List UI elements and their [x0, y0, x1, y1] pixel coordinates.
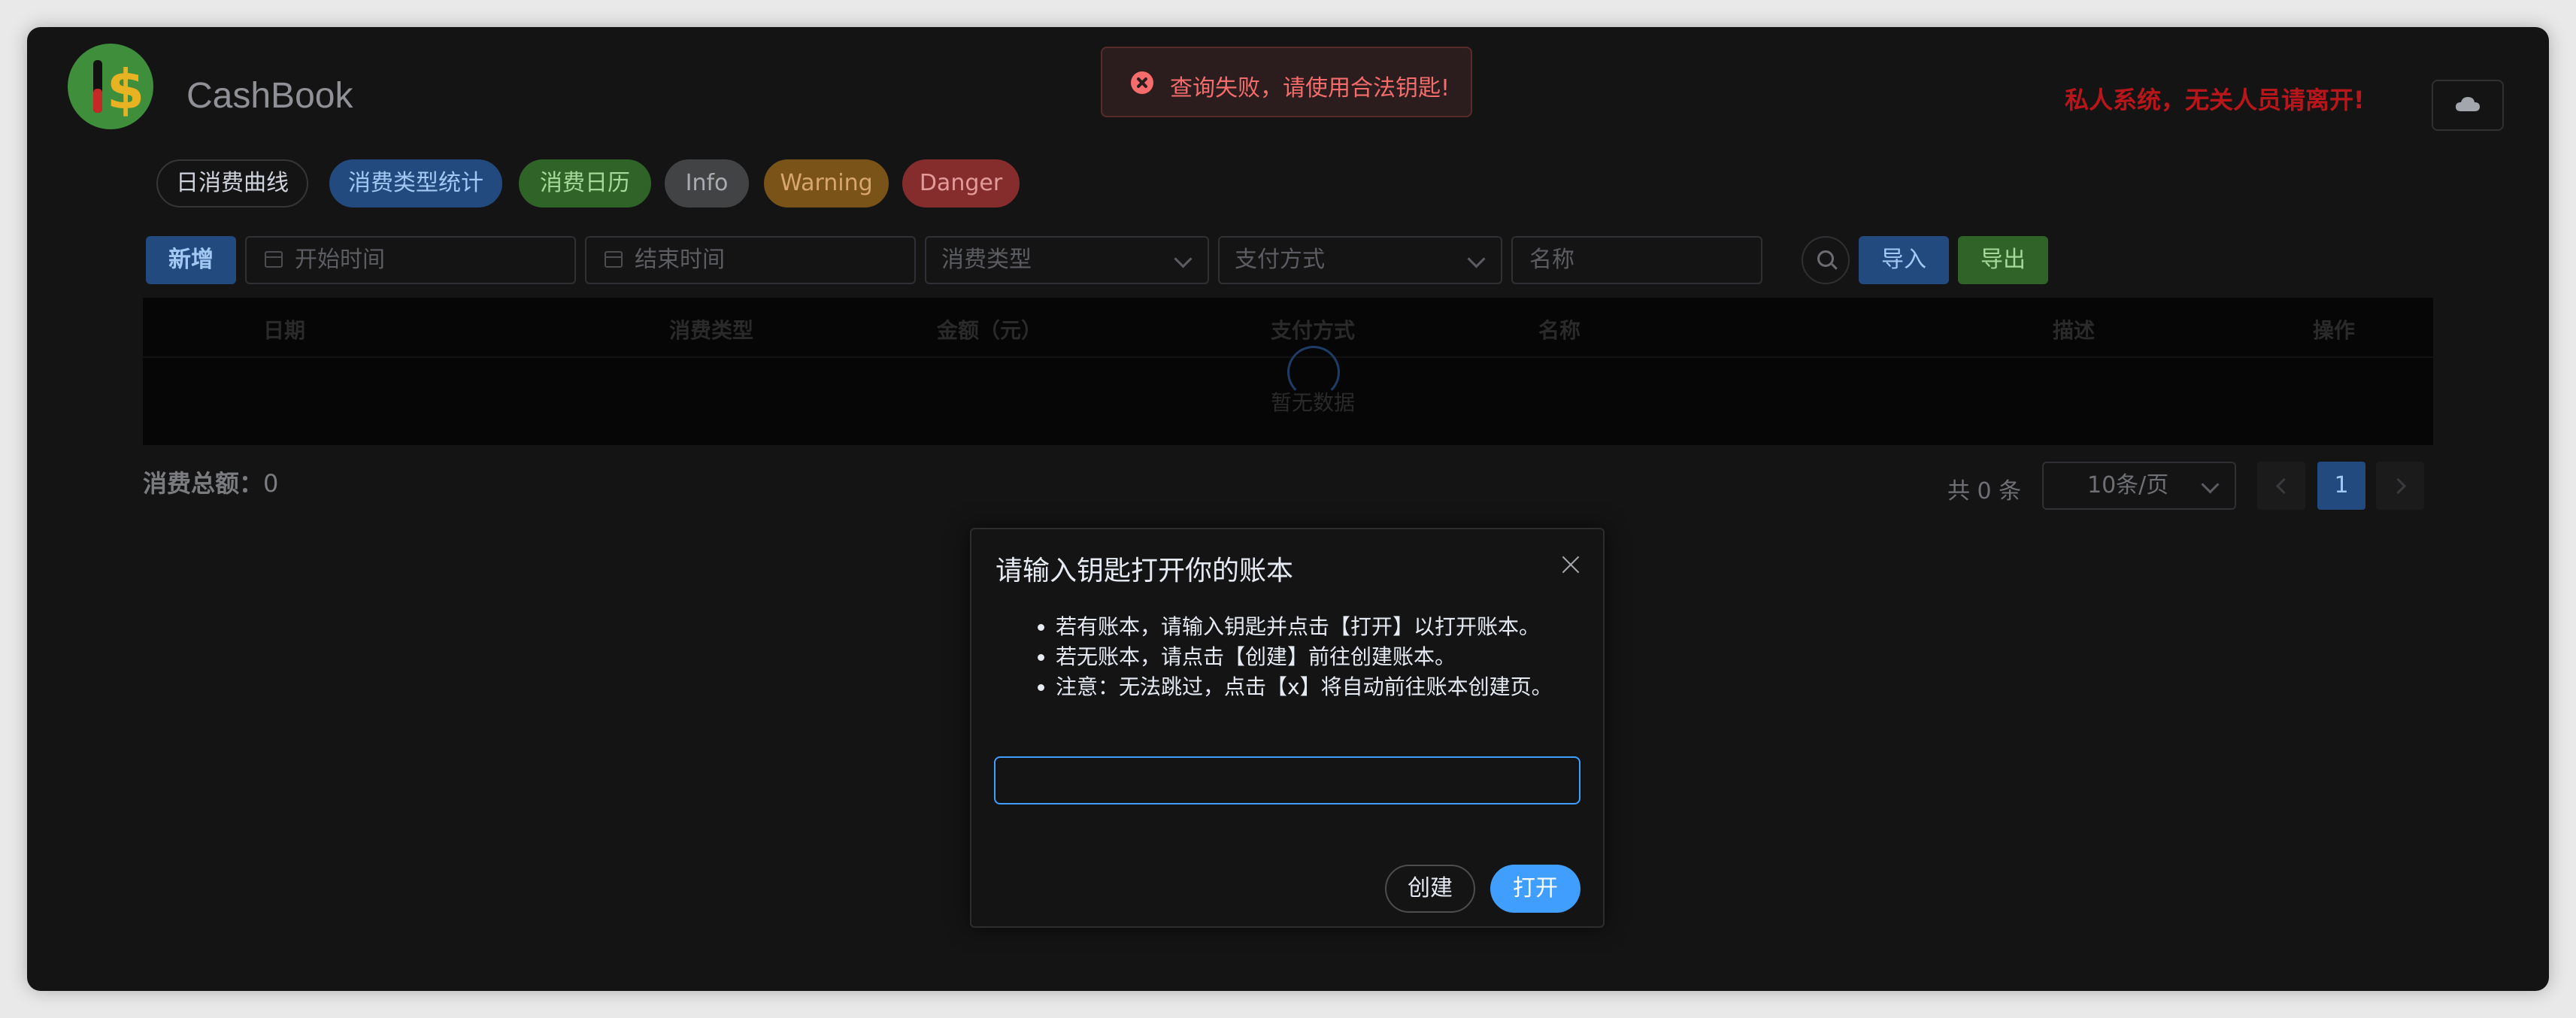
empty-text: 暂无数据: [1271, 390, 1356, 415]
tab-calendar[interactable]: 消费日历: [519, 159, 651, 208]
page-size-select[interactable]: 10条/页: [2042, 462, 2236, 510]
instruction-list: 若有账本，请输入钥匙并点击【打开】以打开账本。 若无账本，请点击【创建】前往创建…: [1032, 612, 1553, 702]
close-icon[interactable]: [1558, 552, 1583, 577]
expense-type-select[interactable]: 消费类型: [925, 236, 1209, 284]
total-label: 消费总额：: [143, 469, 264, 498]
dollar-icon: $: [93, 58, 144, 121]
column-header-description: 描述: [2053, 318, 2096, 343]
key-dialog: 请输入钥匙打开你的账本 若有账本，请输入钥匙并点击【打开】以打开账本。 若无账本…: [970, 528, 1605, 928]
tab-daily-curve[interactable]: 日消费曲线: [156, 159, 308, 208]
svg-text:$: $: [107, 58, 144, 121]
name-placeholder: 名称: [1529, 247, 1574, 273]
prev-page-button[interactable]: [2257, 462, 2305, 510]
toast-message: 查询失败，请使用合法钥匙!: [1170, 75, 1450, 101]
start-date-field[interactable]: 开始时间: [245, 236, 576, 284]
open-button[interactable]: 打开: [1490, 865, 1580, 913]
add-button[interactable]: 新增: [146, 236, 236, 284]
private-warning: 私人系统，无关人员请离开!: [2065, 86, 2365, 114]
table-header: 日期 消费类型 金额（元） 支付方式 名称 描述 操作: [143, 298, 2433, 358]
tab-danger[interactable]: Danger: [902, 159, 1020, 208]
expense-type-placeholder: 消费类型: [941, 247, 1032, 273]
column-header-payment: 支付方式: [1271, 318, 1356, 343]
column-header-actions: 操作: [2313, 318, 2356, 343]
next-page-button[interactable]: [2376, 462, 2424, 510]
chevron-down-icon: [1174, 250, 1193, 268]
name-input[interactable]: 名称: [1511, 236, 1762, 284]
expense-table: 日期 消费类型 金额（元） 支付方式 名称 描述 操作 暂无数据: [143, 298, 2433, 445]
key-input[interactable]: [994, 756, 1580, 804]
app-title: CashBook: [186, 76, 353, 116]
instruction-item: 若有账本，请输入钥匙并点击【打开】以打开账本。: [1056, 612, 1553, 642]
total-amount: 消费总额：0: [143, 465, 278, 499]
column-header-name: 名称: [1538, 318, 1581, 343]
cloud-button[interactable]: [2432, 80, 2504, 131]
payment-method-select[interactable]: 支付方式: [1218, 236, 1502, 284]
tab-warning[interactable]: Warning: [764, 159, 889, 208]
page-number[interactable]: 1: [2317, 462, 2365, 510]
column-header-date: 日期: [263, 318, 306, 343]
create-button[interactable]: 创建: [1385, 865, 1475, 913]
search-button[interactable]: [1802, 236, 1850, 284]
chevron-down-icon: [2201, 475, 2220, 494]
payment-method-placeholder: 支付方式: [1235, 247, 1325, 273]
end-date-field[interactable]: 结束时间: [585, 236, 916, 284]
app-window: $ CashBook 查询失败，请使用合法钥匙! 私人系统，无关人员请离开! 日…: [27, 27, 2549, 991]
error-icon: [1131, 71, 1153, 94]
instruction-item: 若无账本，请点击【创建】前往创建账本。: [1056, 642, 1553, 672]
logo: $: [68, 44, 153, 129]
total-value: 0: [263, 469, 279, 498]
export-button[interactable]: 导出: [1958, 236, 2048, 284]
column-header-type: 消费类型: [669, 318, 754, 343]
column-header-amount: 金额（元）: [937, 318, 1043, 343]
error-toast: 查询失败，请使用合法钥匙!: [1101, 47, 1472, 117]
end-date-placeholder: 结束时间: [635, 247, 725, 273]
pagination-total: 共 0 条: [1947, 478, 2022, 504]
page-size-value: 10条/页: [2087, 472, 2169, 498]
instruction-item: 注意：无法跳过，点击【x】将自动前往账本创建页。: [1056, 672, 1553, 702]
calendar-icon: [605, 251, 623, 268]
dialog-title: 请输入钥匙打开你的账本: [996, 556, 1294, 586]
tab-info[interactable]: Info: [665, 159, 749, 208]
start-date-placeholder: 开始时间: [295, 247, 385, 273]
chevron-down-icon: [1467, 250, 1486, 268]
calendar-icon: [265, 251, 283, 268]
cloud-icon: [2456, 97, 2480, 111]
import-button[interactable]: 导入: [1859, 236, 1949, 284]
tab-type-stats[interactable]: 消费类型统计: [329, 159, 502, 208]
